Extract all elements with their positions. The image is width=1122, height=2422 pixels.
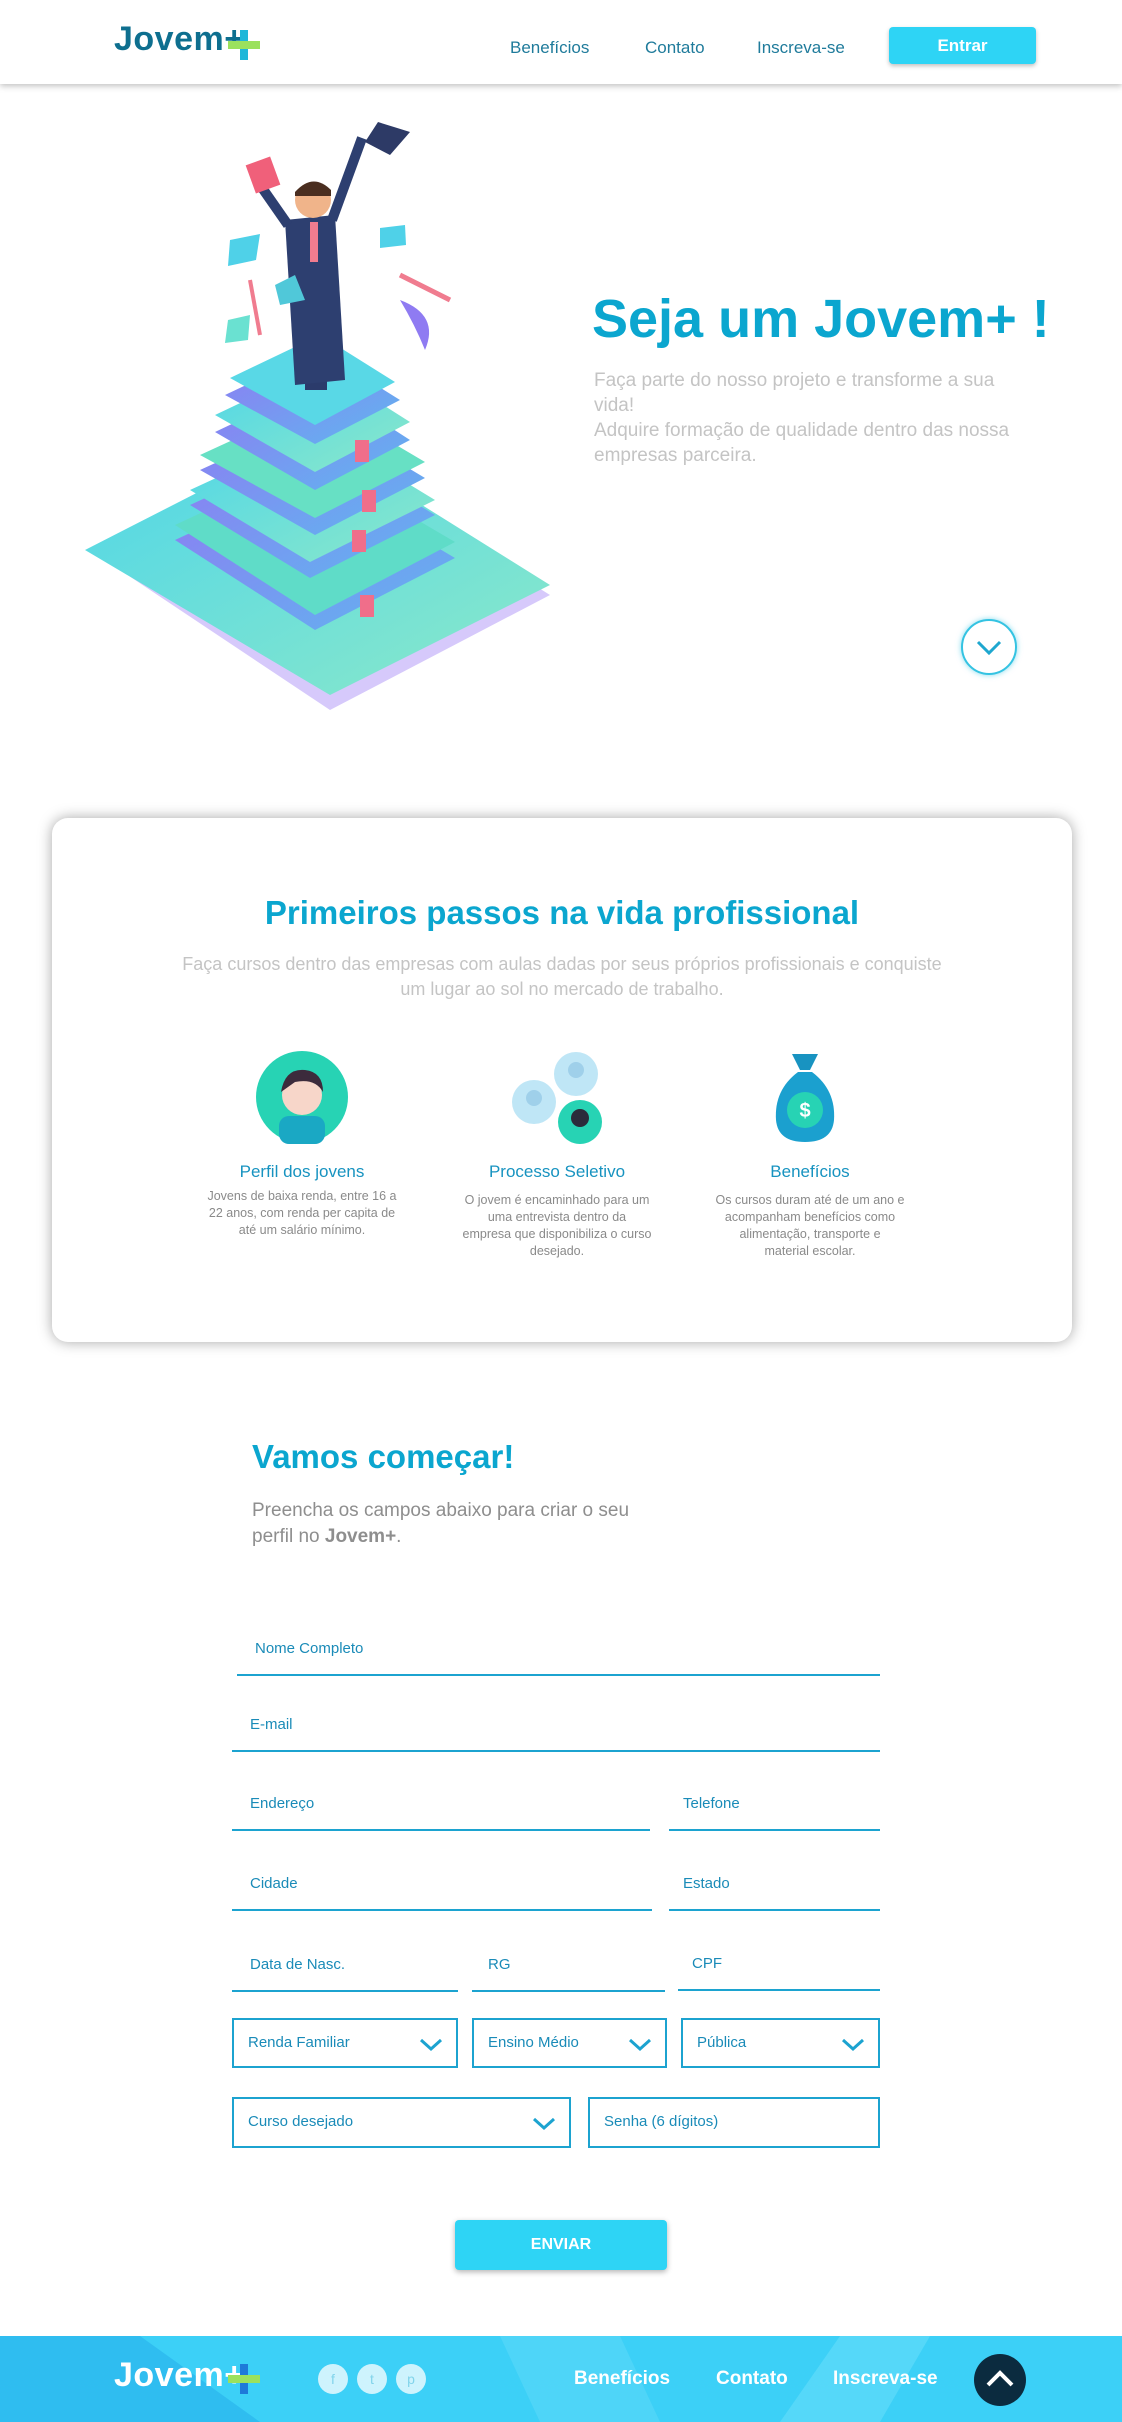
hero-title: Seja um Jovem+ ! (592, 289, 1050, 349)
back-to-top-button[interactable] (974, 2354, 1026, 2406)
facebook-icon[interactable]: f (318, 2364, 348, 2394)
chevron-down-icon (841, 2038, 865, 2052)
feature-title: Benefícios (770, 1162, 850, 1181)
school-type-select[interactable]: Pública (681, 2018, 880, 2068)
login-button[interactable]: Entrar (889, 27, 1036, 64)
intro-subtitle: Faça cursos dentro das empresas com aula… (182, 954, 942, 974)
feature-desc: Os cursos duram até de um ano e acompanh… (715, 1193, 905, 1258)
select-label: Renda Familiar (248, 2034, 350, 2051)
submit-button[interactable]: ENVIAR (455, 2220, 667, 2270)
email-field[interactable]: E-mail (232, 1716, 880, 1752)
graduate-illustration (85, 122, 550, 710)
intro-title: Primeiros passos na vida profissional (264, 894, 860, 931)
scroll-down-button[interactable] (961, 619, 1017, 675)
form-title: Vamos começar! (252, 1438, 515, 1475)
chevron-down-icon (976, 640, 1002, 656)
logo-text: Jovem+ (114, 20, 245, 58)
field-label: Telefone (683, 1795, 740, 1812)
select-label: Ensino Médio (488, 2034, 579, 2051)
logo[interactable]: Jovem+ (114, 20, 245, 59)
svg-text:$: $ (799, 1100, 810, 1122)
selection-process-icon (512, 1052, 602, 1144)
feature-desc: Jovens de baixa renda, entre 16 a 22 ano… (207, 1189, 397, 1237)
money-bag-icon: $ (775, 1054, 835, 1142)
hero-text-line: empresas parceira. (594, 445, 757, 466)
footer-nav-contato[interactable]: Contato (716, 2368, 788, 2390)
nav-beneficios[interactable]: Benefícios (510, 38, 589, 58)
password-field[interactable]: Senha (6 dígitos) (588, 2097, 880, 2148)
hero-text-line: Faça parte do nosso projeto e transforme… (594, 370, 995, 391)
footer-logo-text: Jovem+ (114, 2356, 245, 2394)
chevron-down-icon (628, 2038, 652, 2052)
course-select[interactable]: Curso desejado (232, 2097, 571, 2148)
cpf-field[interactable]: CPF (678, 1955, 880, 1991)
select-label: Curso desejado (248, 2113, 354, 2130)
field-label: Senha (6 dígitos) (604, 2113, 719, 2130)
field-label: Data de Nasc. (250, 1956, 346, 1973)
feature-title: Perfil dos jovens (239, 1162, 365, 1181)
income-select[interactable]: Renda Familiar (232, 2018, 458, 2068)
rg-field[interactable]: RG (472, 1956, 665, 1992)
chevron-up-icon (986, 2370, 1014, 2387)
pinterest-icon[interactable]: p (396, 2364, 426, 2394)
hero-text-line: vida! (594, 395, 635, 416)
address-field[interactable]: Endereço (232, 1795, 650, 1831)
intro-card: Primeiros passos na vida profissional Fa… (52, 818, 1072, 1342)
field-label: Endereço (250, 1795, 315, 1812)
plus-icon (228, 30, 260, 60)
state-field[interactable]: Estado (669, 1875, 880, 1911)
chevron-down-icon (532, 2117, 556, 2131)
field-label: RG (488, 1956, 511, 1973)
plus-icon (228, 2364, 260, 2394)
field-label: Cidade (250, 1875, 298, 1892)
birthdate-field[interactable]: Data de Nasc. (232, 1956, 458, 1992)
intro-subtitle: um lugar ao sol no mercado de trabalho. (400, 979, 724, 999)
footer-nav-inscreva-se[interactable]: Inscreva-se (833, 2368, 938, 2390)
nav-contato[interactable]: Contato (645, 38, 705, 58)
field-label: Nome Completo (255, 1640, 364, 1657)
header: Jovem+ Benefícios Contato Inscreva-se En… (0, 0, 1122, 84)
field-label: CPF (692, 1955, 722, 1972)
phone-field[interactable]: Telefone (669, 1795, 880, 1831)
youth-avatar-icon (256, 1051, 348, 1144)
education-select[interactable]: Ensino Médio (472, 2018, 667, 2068)
footer: Jovem+ f t p Benefícios Contato Inscreva… (0, 2336, 1122, 2422)
twitter-icon[interactable]: t (357, 2364, 387, 2394)
nav-inscreva-se[interactable]: Inscreva-se (757, 38, 845, 58)
feature-desc: O jovem é encaminhado para um uma entrev… (462, 1193, 652, 1258)
feature-title: Processo Seletivo (488, 1162, 626, 1181)
footer-logo[interactable]: Jovem+ (114, 2356, 245, 2395)
field-label: E-mail (250, 1716, 293, 1733)
select-label: Pública (697, 2034, 747, 2051)
hero-text-line: Adquire formação de qualidade dentro das… (594, 420, 1010, 441)
form-subtitle: Preencha os campos abaixo para criar o s… (252, 1500, 630, 1521)
chevron-down-icon (419, 2038, 443, 2052)
form-subtitle: perfil no Jovem+. (252, 1526, 402, 1547)
field-label: Estado (683, 1875, 730, 1892)
name-field[interactable]: Nome Completo (237, 1640, 880, 1676)
city-field[interactable]: Cidade (232, 1875, 652, 1911)
footer-nav-beneficios[interactable]: Benefícios (574, 2368, 670, 2390)
